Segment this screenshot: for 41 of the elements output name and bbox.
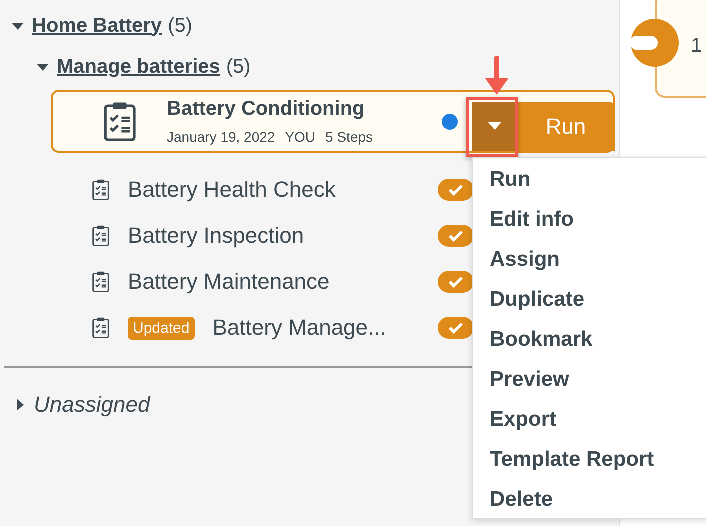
list-item[interactable]: Battery Maintenance [92,259,474,305]
menu-item[interactable]: Preview [473,360,706,400]
item-steps: 5 Steps [326,129,374,145]
menu-item[interactable]: Delete [473,480,706,520]
subgroup-count: (5) [226,56,251,78]
caret-down-icon[interactable] [37,61,49,73]
menu-item[interactable]: Run [473,160,706,200]
group-count: (5) [168,14,192,38]
menu-item[interactable]: Duplicate [473,280,706,320]
unassigned-heading[interactable]: Unassigned [34,392,150,418]
checklist-icon [92,179,110,201]
highlight-frame [466,97,518,157]
menu-item[interactable]: Assign [473,240,706,280]
list-item[interactable]: Battery Inspection [92,213,474,259]
arrow-annotation [485,56,509,96]
caret-right-icon[interactable] [14,399,26,411]
menu-item[interactable]: Export [473,400,706,440]
menu-item[interactable]: Edit info [473,200,706,240]
caret-down-icon [488,122,502,131]
caret-down-icon[interactable] [12,20,24,32]
item-title: Battery Maintenance [128,269,331,295]
menu-item[interactable]: Bookmark [473,320,706,360]
subgroup-heading[interactable]: Manage batteries [57,56,220,78]
item-title: Battery Inspection [128,223,306,249]
list-item[interactable]: Battery Health Check [92,167,474,213]
item-title: Battery Health Check [128,177,337,203]
checklist-icon [92,225,110,247]
updated-badge: Updated [128,316,195,340]
checklist-icon [92,317,110,339]
checklist-icon [103,101,137,142]
item-title: Battery Manage... [212,315,388,341]
group-heading[interactable]: Home Battery [32,14,162,38]
item-date: January 19, 2022 [167,129,276,145]
item-title: Battery Conditioning [167,98,366,121]
card-text: 1 [691,34,702,58]
checklist-icon [92,271,110,293]
selected-item-card[interactable]: Battery Conditioning January 19, 2022 YOU 5 Steps Run [51,90,615,153]
menu-item[interactable]: Template Report [473,440,706,480]
list-item[interactable]: Updated Battery Manage... [92,305,474,351]
dropdown-button[interactable] [472,102,517,151]
item-owner: YOU [285,129,316,145]
